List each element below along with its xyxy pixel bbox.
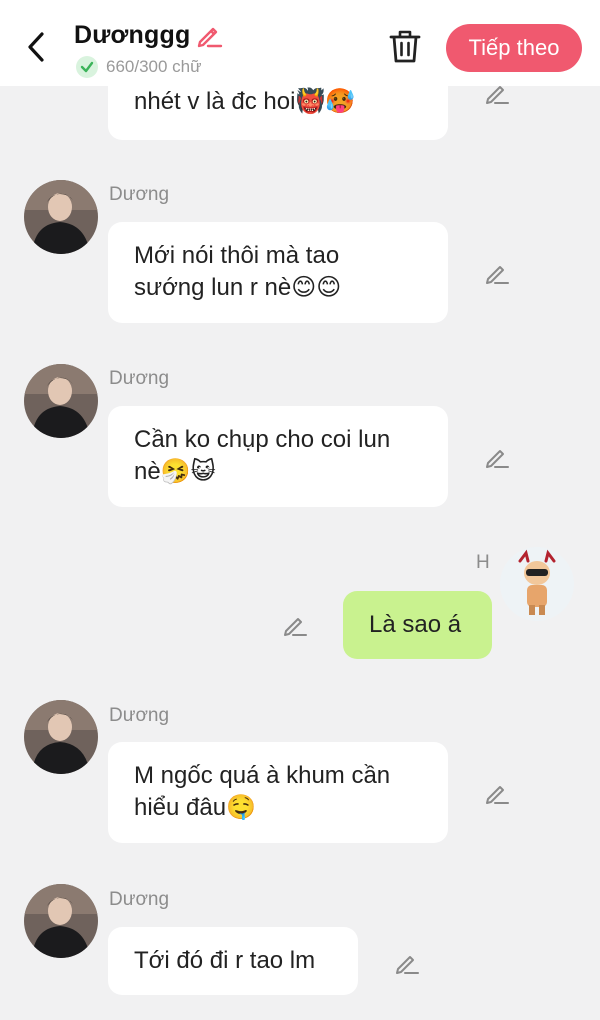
avatar[interactable] — [24, 884, 98, 958]
page-title[interactable]: Dươnggg — [74, 21, 190, 50]
title-row: Dươnggg — [74, 20, 224, 50]
message-line: Là sao á — [369, 611, 462, 638]
pencil-icon[interactable] — [482, 258, 510, 286]
trash-icon — [389, 30, 421, 63]
message-line: nhét v là đc hoi👹🥵 — [134, 88, 356, 115]
message-line: Cần ko chụp cho coi lun — [134, 426, 391, 453]
avatar[interactable] — [24, 180, 98, 254]
message-line: nè🤧😺 — [134, 458, 216, 485]
message-line: M ngốc quá à khum cần — [134, 762, 391, 789]
sender-name: Dương — [109, 184, 170, 205]
delete-button[interactable] — [388, 28, 422, 64]
chevron-left-icon — [28, 32, 44, 62]
message-bubble[interactable]: Tới đó đi r tao lm — [108, 927, 358, 995]
pencil-icon[interactable] — [280, 610, 308, 638]
edit-title-button[interactable] — [194, 20, 224, 50]
avatar[interactable] — [24, 364, 98, 438]
pencil-icon[interactable] — [392, 948, 420, 976]
message-bubble[interactable]: Cần ko chụp cho coi lun nè🤧😺 — [108, 406, 448, 507]
sender-name: Dương — [109, 889, 170, 910]
my-avatar[interactable] — [500, 547, 574, 621]
next-button[interactable]: Tiếp theo — [446, 24, 582, 72]
sender-name: Dương — [109, 368, 170, 389]
message-bubble[interactable]: M ngốc quá à khum cần hiểu đâu🤤 — [108, 742, 448, 843]
check-icon — [76, 56, 98, 78]
back-button[interactable] — [22, 30, 52, 64]
sender-name: H — [476, 552, 490, 573]
sender-name: Dương — [109, 705, 170, 726]
message-line: hiểu đâu🤤 — [134, 794, 256, 821]
character-count: 660/300 chữ — [76, 56, 202, 78]
message-line: sướng lun r nè😊😊 — [134, 274, 342, 301]
pencil-icon[interactable] — [482, 778, 510, 806]
count-text: 660/300 chữ — [106, 57, 202, 76]
my-message-bubble[interactable]: Là sao á — [343, 591, 492, 659]
message-line: Mới nói thôi mà tao — [134, 242, 340, 269]
avatar[interactable] — [24, 700, 98, 774]
message-line: Tới đó đi r tao lm — [134, 947, 316, 974]
top-bar: Dươnggg 660/300 chữ Tiếp theo — [0, 0, 600, 86]
pencil-icon — [198, 27, 223, 48]
pencil-icon[interactable] — [482, 442, 510, 470]
message-bubble[interactable]: Mới nói thôi mà tao sướng lun r nè😊😊 — [108, 222, 448, 323]
